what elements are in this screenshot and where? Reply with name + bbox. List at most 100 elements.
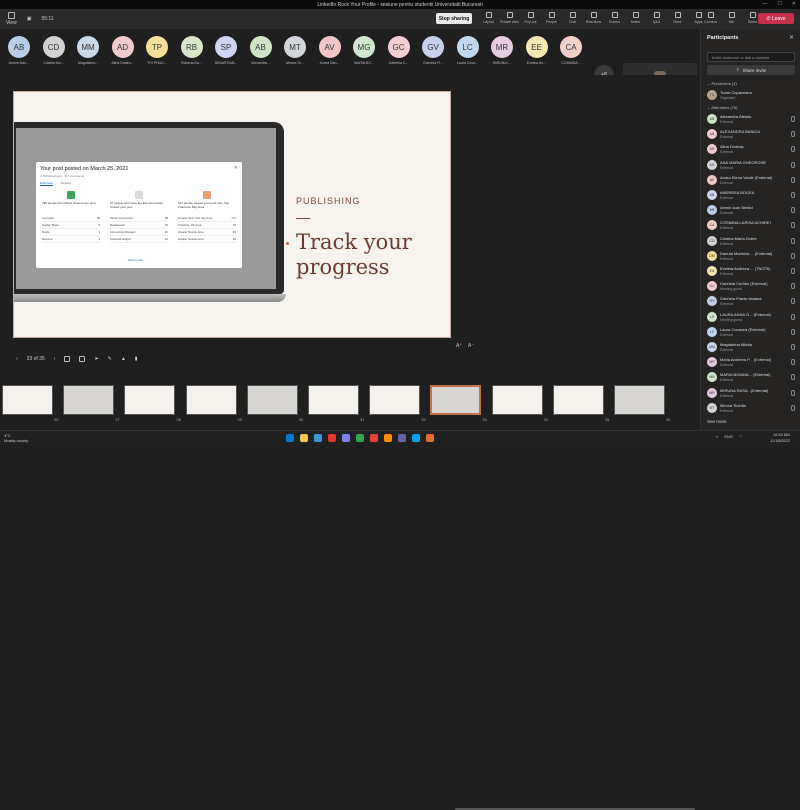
leave-button[interactable]: ✆ Leave [758,13,794,24]
attendee-row[interactable]: DM Danuta Marinela ... (External) External [707,250,797,264]
close-panel-icon[interactable]: ✕ [789,34,794,41]
attendee-row[interactable]: AB Amnin Ioan Beldici External [707,204,797,218]
presenter-row[interactable]: TC Tudor Copaceanu Organizer [707,89,797,103]
taskbar-app-icon[interactable] [398,434,406,442]
attendee-row[interactable]: LG LAURA ANNA G... (External) Meeting gues… [707,311,797,325]
participant-avatar[interactable]: GC [387,36,410,58]
attendee-row[interactable]: AB Alexandra Bletoiu External [707,113,797,127]
presenters-section-header[interactable]: ⌄ Presenters (1) [707,81,737,86]
previous-slide-icon[interactable]: ‹ [16,356,18,362]
taskbar-app-icon[interactable] [300,434,308,442]
participant-avatar[interactable]: MT [284,36,306,58]
next-slide-icon[interactable]: › [54,356,56,362]
participant-avatar[interactable]: CA [560,36,582,58]
slide-thumbnail[interactable] [491,385,543,415]
attendee-row[interactable]: EA Evelina Andreea ... (TN/276) External [707,265,797,279]
taskbar-app-icon[interactable] [412,434,420,442]
participant-avatar[interactable]: GV [422,36,444,58]
attendee-row[interactable]: MT Mircea Tirchila External [707,402,797,416]
taskbar-app-icon[interactable] [356,434,364,442]
zoom-in-icon[interactable]: A⁺ [456,343,462,349]
attendee-row[interactable]: GC Gabriela Curtian (External) Meeting gue… [707,280,797,294]
taskbar-app-icon[interactable] [314,434,322,442]
view-button[interactable]: View [6,12,17,26]
participant-avatar[interactable]: SP [215,36,237,58]
analytics-row-label: Lancaster [42,216,55,220]
toolbar-tool-layout[interactable]: Layout [478,12,499,24]
slide-thumbnail[interactable] [63,385,115,415]
chevron-up-icon[interactable]: ˄ [716,434,718,439]
taskbar-app-icon[interactable] [328,434,336,442]
invite-input[interactable]: Invite someone or dial a number [707,52,795,62]
participant-avatar[interactable]: AB [249,36,272,58]
grid-view-icon[interactable] [64,356,71,362]
maximize-icon[interactable]: ☐ [777,1,781,7]
attendee-row[interactable]: GV Gabriela Flavia Vadana External [707,295,797,309]
participant-avatar[interactable]: EE [525,36,548,58]
share-invite-button[interactable]: ⇪ Share invite [707,65,795,75]
see-more-link[interactable]: See more [707,419,727,424]
attendee-row[interactable]: CD Cristina Maria Dobre External [707,235,797,249]
wifi-icon[interactable]: ◠ [739,434,743,439]
participant-avatar[interactable]: RB [180,36,203,58]
taskbar-app-icon[interactable] [286,434,294,442]
attendee-row[interactable]: MR MIRUNA RASA...(External) External [707,387,797,401]
toolbar-tool-people[interactable]: People [541,12,562,24]
attendee-row[interactable]: CA COSMINA LARISA ACHIREI External [707,219,797,233]
slide-thumbnail[interactable] [552,385,604,415]
slide-thumbnail[interactable] [430,385,482,415]
attendee-row[interactable]: MP Maria Andreea P... (External) External [707,356,797,370]
toolbar-mic-button[interactable]: Mic [721,12,742,24]
participant-avatar[interactable]: CD [42,36,65,58]
participant-avatar[interactable]: MR [491,36,513,58]
participant-avatar[interactable]: AD [111,36,134,58]
toolbar-tool-reactions[interactable]: Reactions [583,12,604,24]
toolbar-tool-rooms[interactable]: Rooms [604,12,625,24]
participant-avatar[interactable]: AV [318,36,341,58]
slide-thumbnail[interactable] [185,385,237,415]
toolbar-camera-button[interactable]: Camera [700,12,721,24]
slide-thumbnail[interactable] [2,385,53,415]
toolbar-tool-notes[interactable]: Notes [625,12,646,24]
attendee-row[interactable]: AG ANA MARIA GHEORGHE External [707,159,797,173]
taskbar-app-icon[interactable] [370,434,378,442]
attendees-section-header[interactable]: ⌄ Attendees (75) [707,105,738,110]
participant-avatar[interactable]: MG [353,36,375,58]
attendee-row[interactable]: AV Andra Elena Vasile (External) External [707,174,797,188]
slide-thumbnail[interactable] [369,385,421,415]
clock[interactable]: 10:42 AM 11/18/2022 [770,432,790,444]
toolbar-tool-more[interactable]: More [667,12,688,24]
toolbar-tool-q-a[interactable]: Q&A [646,12,667,24]
slide-thumbnail[interactable] [246,385,298,415]
weather-widget[interactable]: 4°C Mostly cloudy [4,433,28,443]
attendee-row[interactable]: MB MARIA BOIANA... (External) External [707,371,797,385]
attendee-row[interactable]: AD Alina Dodeac External [707,143,797,157]
pen-icon[interactable]: ✎ [108,356,112,362]
participant-avatar[interactable]: MM [77,36,99,58]
toolbar-tool-pop-out[interactable]: Pop out [520,12,541,24]
language-indicator[interactable]: ENG [724,434,733,439]
attendee-row[interactable]: MM Magdalena Mitrita External [707,341,797,355]
attendee-row[interactable]: AB ANDREEA BOGEA External [707,189,797,203]
highlighter-icon[interactable]: ▲ [121,356,126,362]
slide-thumbnail[interactable] [124,385,176,415]
attendee-row[interactable]: AB ALEXANDRA BANICA External [707,128,797,142]
toolbar-tool-chat[interactable]: Chat [562,12,583,24]
minimize-icon[interactable]: — [762,1,767,7]
taskbar-app-icon[interactable] [426,434,434,442]
zoom-out-icon[interactable]: A⁻ [468,343,474,349]
pointer-icon[interactable]: ➤ [94,356,98,362]
taskbar-app-icon[interactable] [342,434,350,442]
slide-thumbnail[interactable] [614,385,665,415]
eraser-icon[interactable]: ▮ [135,356,138,362]
close-icon[interactable]: ✕ [792,1,796,7]
stop-sharing-button[interactable]: Stop sharing [436,13,472,24]
participant-avatar[interactable]: TP [146,36,168,58]
annotation-icon[interactable] [79,356,86,362]
attendee-row[interactable]: LC Laura Covacea (External) External [707,326,797,340]
slide-thumbnail[interactable] [308,385,359,415]
participant-avatar[interactable]: AB [8,36,30,58]
toolbar-tool-private-view[interactable]: Private view [499,12,520,24]
participant-avatar[interactable]: LC [456,36,479,58]
taskbar-app-icon[interactable] [384,434,392,442]
